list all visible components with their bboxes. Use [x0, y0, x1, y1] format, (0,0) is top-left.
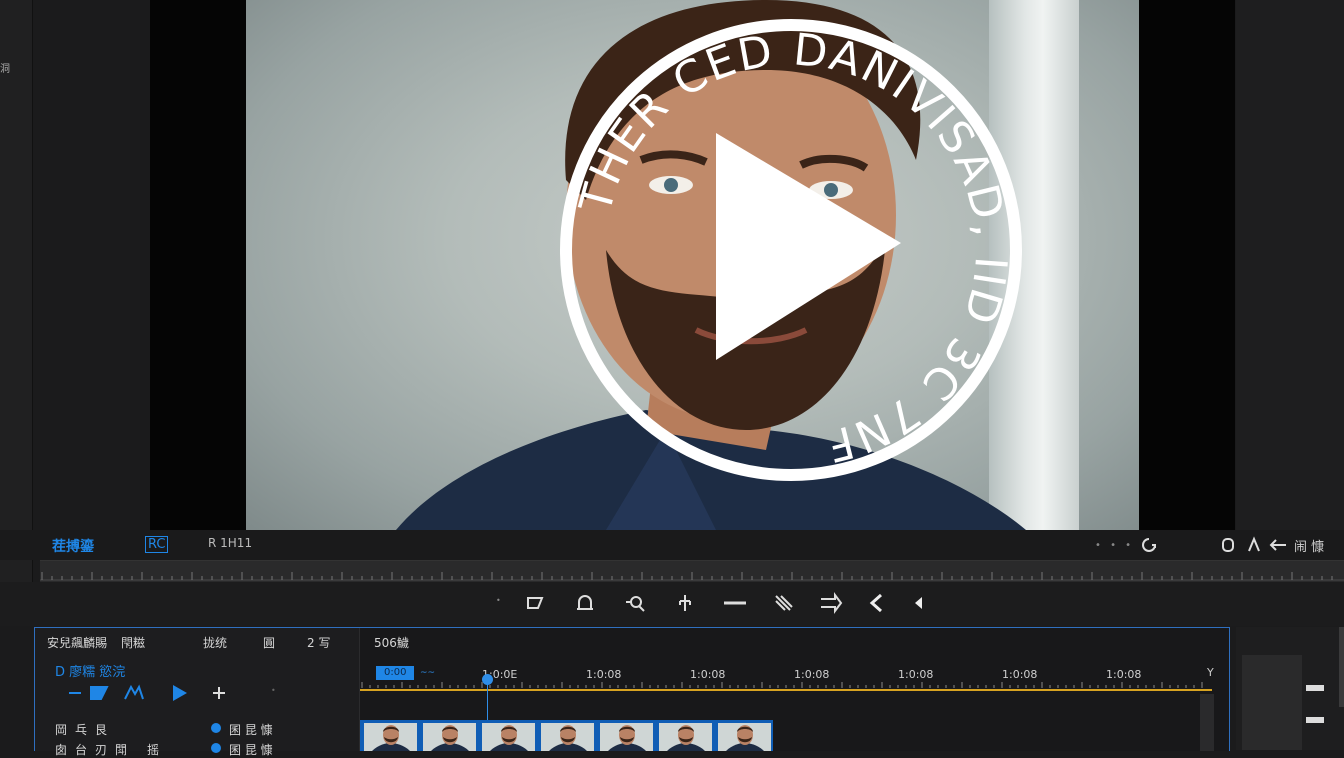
timecode-7: 1:0:08: [1106, 668, 1142, 681]
side-scrollbar[interactable]: [1339, 627, 1344, 707]
program-monitor[interactable]: THER CED DANIVISAD, IID 3C 7NF: [150, 0, 1235, 530]
mark-in-icon: [527, 597, 544, 609]
prev-edit-button[interactable]: [906, 590, 932, 616]
bullet: •: [271, 686, 276, 695]
lift-icon: [679, 595, 691, 611]
right-label[interactable]: 闹 慷: [1294, 536, 1324, 555]
timeline-scrollbar[interactable]: [1200, 694, 1214, 751]
header-item-4[interactable]: 圓: [263, 634, 275, 651]
track-header: 安兒飆麟賜 閇糍 拢统 圓 2 写 D 廖糯 慾浣 • 岡 乓 艮 囱 台 刃 …: [35, 628, 360, 757]
duration-label: 506鱥: [374, 636, 409, 650]
viewer-toolbar: 茬搏鎏 RC R 1H11 • • • 闹 慷: [0, 530, 1344, 560]
lift-button[interactable]: [672, 590, 698, 616]
panel-glyph: 洞: [0, 64, 10, 75]
header-item-5[interactable]: 2 写: [307, 634, 330, 651]
track-toggle-dot[interactable]: [211, 743, 221, 753]
clip-thumbnail: [659, 723, 712, 751]
timecode-6: 1:0:08: [1002, 668, 1038, 681]
minus-icon: [724, 601, 746, 605]
track-toggle-dot[interactable]: [211, 723, 221, 733]
playhead-handle[interactable]: [482, 674, 493, 685]
tool-box: [1242, 655, 1302, 750]
timeline-panel[interactable]: 安兒飆麟賜 閇糍 拢统 圓 2 写 D 廖糯 慾浣 • 岡 乓 艮 囱 台 刃 …: [34, 627, 1230, 757]
time-label: R 1H11: [208, 536, 253, 550]
insert-button[interactable]: [818, 590, 844, 616]
razor-icon: [775, 595, 793, 611]
tool-handle-2[interactable]: [1306, 717, 1324, 723]
right-tools-panel: [1236, 627, 1344, 750]
in-marker[interactable]: 0:00: [376, 666, 415, 680]
timecode-5: 1:0:08: [898, 668, 934, 681]
back-arrow-icon[interactable]: [1268, 536, 1288, 554]
clip-thumbnail: [600, 723, 653, 751]
header-item-2[interactable]: 閇糍: [121, 634, 145, 651]
insert-icon: [821, 592, 843, 614]
zoom-button[interactable]: [622, 590, 648, 616]
extract-button[interactable]: [722, 590, 748, 616]
play-small-icon[interactable]: [169, 683, 189, 703]
clip-thumbnail: [364, 723, 417, 751]
play-button-overlay[interactable]: THER CED DANIVISAD, IID 3C 7NF: [556, 15, 1026, 485]
step-back-button[interactable]: [864, 590, 890, 616]
track-tool-icon[interactable]: [67, 684, 111, 702]
header-item-3[interactable]: 拢统: [203, 634, 227, 651]
play-icon: [716, 133, 901, 360]
ruler-ticks: [40, 572, 1344, 581]
video-clip[interactable]: [360, 720, 773, 751]
add-marker-icon[interactable]: [211, 685, 227, 701]
clip-thumbnail: [718, 723, 771, 751]
badge[interactable]: RC: [145, 536, 169, 553]
tool-handle-1[interactable]: [1306, 685, 1324, 691]
link-icon[interactable]: [1220, 536, 1238, 554]
tilde-marker: ~~: [420, 668, 436, 678]
timecode-2: 1:0:08: [586, 668, 622, 681]
timecode-4: 1:0:08: [794, 668, 830, 681]
project-label[interactable]: 茬搏鎏: [52, 536, 94, 556]
track-1-a[interactable]: 岡: [55, 721, 67, 738]
track-1-b[interactable]: 乓: [75, 721, 87, 738]
zoom-icon: [626, 596, 645, 612]
chevron-left-small-icon: [915, 597, 922, 609]
dots-indicator: • • •: [1095, 540, 1135, 551]
right-side-panel: [1236, 0, 1344, 530]
clip-thumbnail: [541, 723, 594, 751]
snap-icon[interactable]: [123, 684, 145, 702]
end-marker[interactable]: Y: [1207, 666, 1214, 679]
track-1-c[interactable]: 艮: [95, 721, 107, 738]
sequence-title[interactable]: D 廖糯 慾浣: [55, 661, 125, 680]
track-label-1: 囷 昆 慷: [229, 723, 273, 737]
viewer-ruler[interactable]: [40, 560, 1344, 583]
clip-thumbnail: [423, 723, 476, 751]
timeline-area[interactable]: 506鱥 0:00 ~~ 1:0:0E 1:0:08 1:0:08 1:0:08…: [360, 628, 1229, 751]
chevron-left-icon: [869, 593, 882, 613]
loop-button[interactable]: [572, 590, 598, 616]
bullet: •: [496, 596, 501, 605]
header-item-1[interactable]: 安兒飆麟賜: [47, 634, 107, 651]
loop-icon: [577, 595, 593, 610]
razor-button[interactable]: [770, 590, 796, 616]
clip-thumbnail: [482, 723, 535, 751]
refresh-icon[interactable]: [1140, 536, 1158, 554]
mark-in-button[interactable]: [522, 590, 548, 616]
timecode-3: 1:0:08: [690, 668, 726, 681]
marker-icon[interactable]: [1245, 536, 1263, 554]
video-frame: THER CED DANIVISAD, IID 3C 7NF: [246, 0, 1139, 530]
